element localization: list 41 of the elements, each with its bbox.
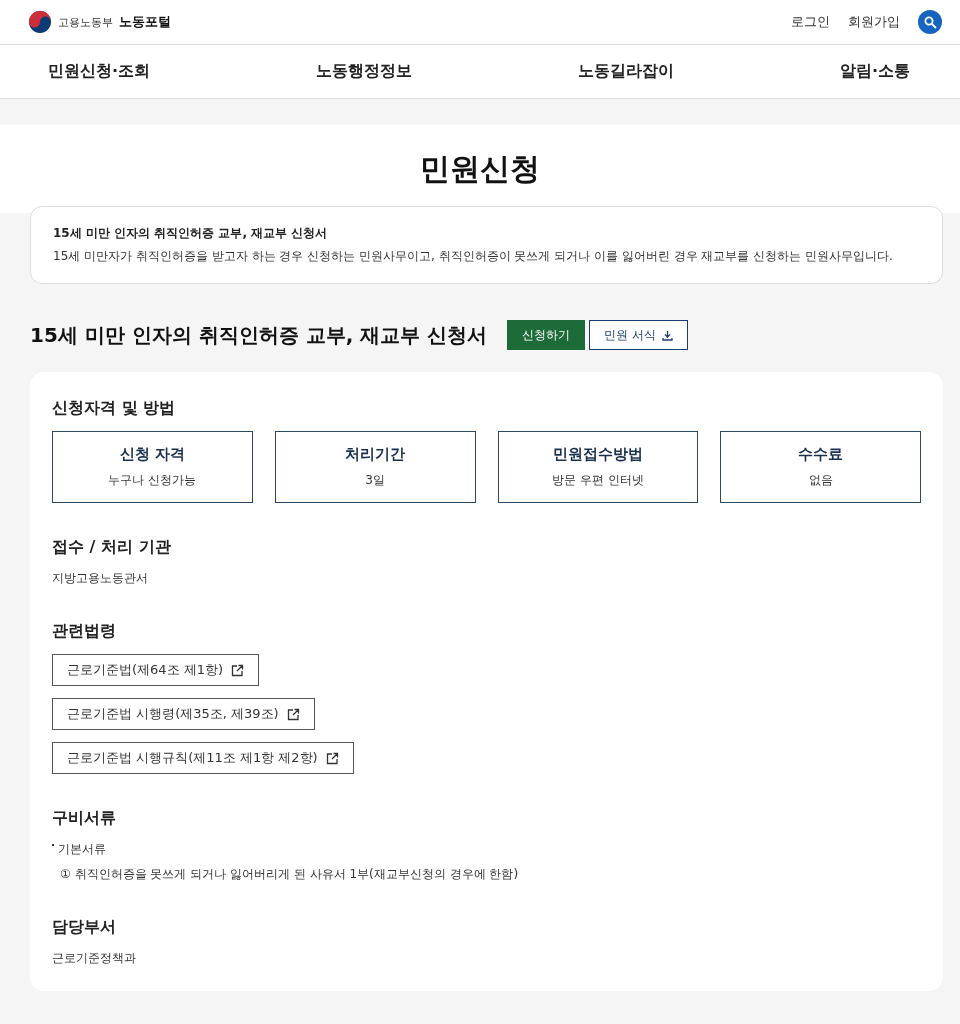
page-title: 민원신청 — [420, 149, 540, 188]
section-text: 지방고용노동관서 — [52, 570, 149, 587]
form-download-button[interactable]: 민원 서식 — [589, 320, 689, 350]
header-link[interactable]: 로그인 — [791, 13, 830, 31]
law-link[interactable]: 근로기준법(제64조 제1항) — [52, 654, 260, 686]
section-title: 담당부서 — [52, 917, 117, 938]
document-item: ① 취직인허증을 못쓰게 되거나 잃어버리게 된 사유서 1부(재교부신청의 경우에 한함) — [59, 866, 520, 883]
portal-name: 노동포털 — [119, 13, 171, 31]
info-value: 방문 우편 인터넷 — [552, 472, 644, 489]
search-icon — [923, 15, 937, 29]
external-link-icon — [231, 663, 245, 677]
nav-item[interactable]: 노동길라잡이 — [577, 61, 674, 82]
info-value: 없음 — [808, 472, 833, 489]
info-value: 3일 — [365, 472, 385, 489]
search-button[interactable] — [918, 10, 942, 34]
external-link-icon — [325, 751, 339, 765]
emblem-logo — [28, 10, 52, 34]
download-icon — [662, 329, 674, 341]
ministry-name: 고용노동부 — [58, 14, 113, 30]
intro-title: 15세 미만 인자의 취직인허증 교부, 재교부 신청서 — [53, 225, 329, 242]
nav-item[interactable]: 민원신청·조회 — [48, 61, 151, 82]
header-link[interactable]: 회원가입 — [848, 13, 900, 31]
document-group: 기본서류 — [58, 841, 106, 858]
section-title: 구비서류 — [52, 808, 117, 829]
section-title: 접수 / 처리 기관 — [52, 537, 172, 558]
nav-item[interactable]: 노동행정정보 — [316, 61, 412, 82]
nav-item[interactable]: 알림·소통 — [839, 61, 910, 82]
section-title: 관련법령 — [52, 621, 117, 642]
law-link[interactable]: 근로기준법 시행령(제35조, 제39조) — [52, 698, 315, 730]
info-label: 수수료 — [798, 445, 844, 464]
info-label: 처리기간 — [345, 445, 406, 464]
intro-text: 15세 미만자가 취직인허증을 받고자 하는 경우 신청하는 민원사무이고, 취직인허증이 못쓰게 되거나 이를 잃어버린 경우 재교부를 신청하는 민원사무입니다. — [53, 248, 894, 265]
info-label: 민원접수방법 — [552, 445, 643, 464]
external-link-icon — [286, 707, 300, 721]
section-title: 신청자격 및 방법 — [52, 398, 177, 419]
form-title: 15세 미만 인자의 취직인허증 교부, 재교부 신청서 — [30, 321, 488, 349]
section-text: 근로기준정책과 — [52, 950, 137, 967]
law-link[interactable]: 근로기준법 시행규칙(제11조 제1항 제2항) — [52, 742, 354, 774]
info-value: 누구나 신청가능 — [108, 472, 197, 489]
apply-button[interactable]: 신청하기 — [507, 320, 586, 350]
info-label: 신청 자격 — [119, 445, 185, 464]
